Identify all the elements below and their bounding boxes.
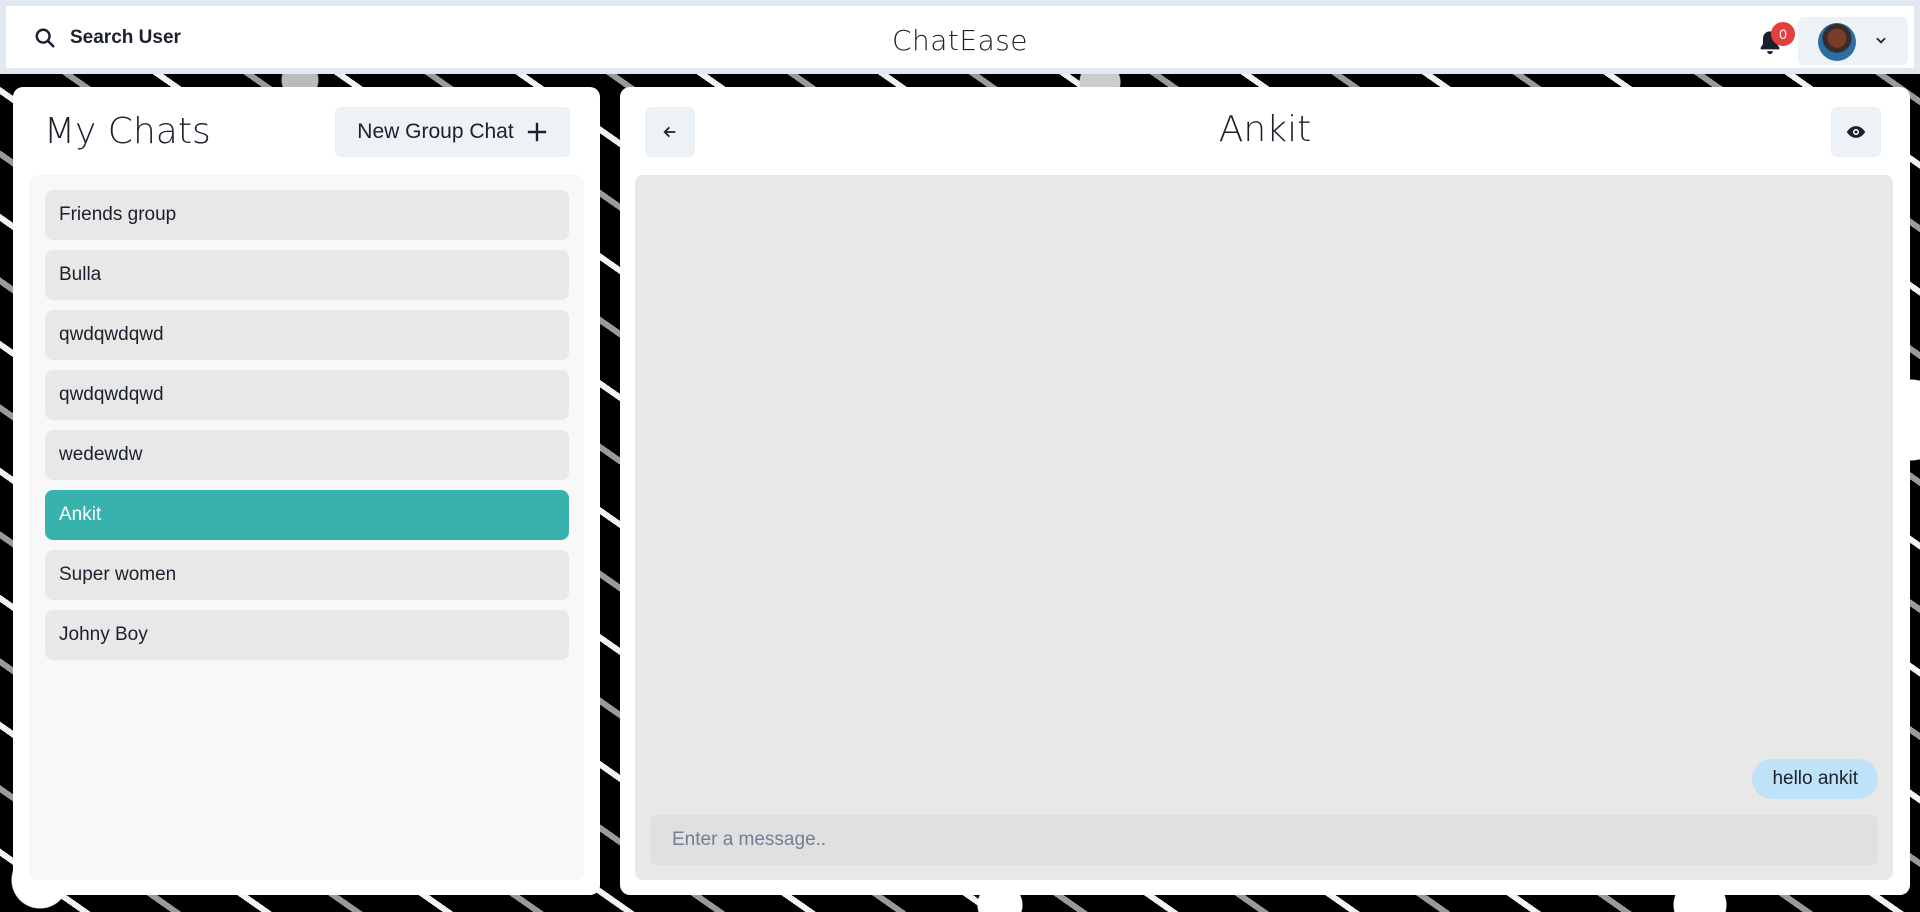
new-group-chat-label: New Group Chat: [357, 120, 514, 143]
plus-icon: [527, 122, 546, 142]
chat-list-item[interactable]: Bulla: [45, 250, 569, 300]
chat-list-item[interactable]: Johny Boy: [45, 610, 569, 660]
chat-list-item[interactable]: Friends group: [45, 190, 569, 240]
app-title: ChatEase: [891, 24, 1029, 57]
message-input[interactable]: [650, 815, 1878, 865]
chat-title: Ankit: [1218, 109, 1312, 150]
chat-list-item[interactable]: qwdqwdqwd: [45, 370, 569, 420]
chat-panel: Ankit hello ankit: [620, 87, 1910, 895]
chat-list-item-active[interactable]: Ankit: [45, 490, 569, 540]
chat-list: Friends group Bulla qwdqwdqwd qwdqwdqwd …: [29, 175, 584, 880]
top-bar: Search User ChatEase 0: [0, 0, 1920, 74]
avatar: [1818, 23, 1856, 61]
chat-list-item[interactable]: wedewdw: [45, 430, 569, 480]
view-profile-button[interactable]: [1831, 107, 1881, 157]
my-chats-panel: My Chats New Group Chat Friends group Bu…: [13, 87, 600, 895]
message-bubble: hello ankit: [1752, 759, 1878, 799]
chat-list-item[interactable]: qwdqwdqwd: [45, 310, 569, 360]
profile-menu-button[interactable]: [1798, 17, 1908, 65]
my-chats-title: My Chats: [44, 111, 211, 152]
messages-area: hello ankit: [635, 175, 1893, 880]
eye-icon: [1846, 126, 1866, 138]
notification-badge: 0: [1771, 22, 1795, 46]
new-group-chat-button[interactable]: New Group Chat: [335, 107, 570, 157]
chevron-down-icon: [1876, 37, 1886, 44]
chat-list-item[interactable]: Super women: [45, 550, 569, 600]
